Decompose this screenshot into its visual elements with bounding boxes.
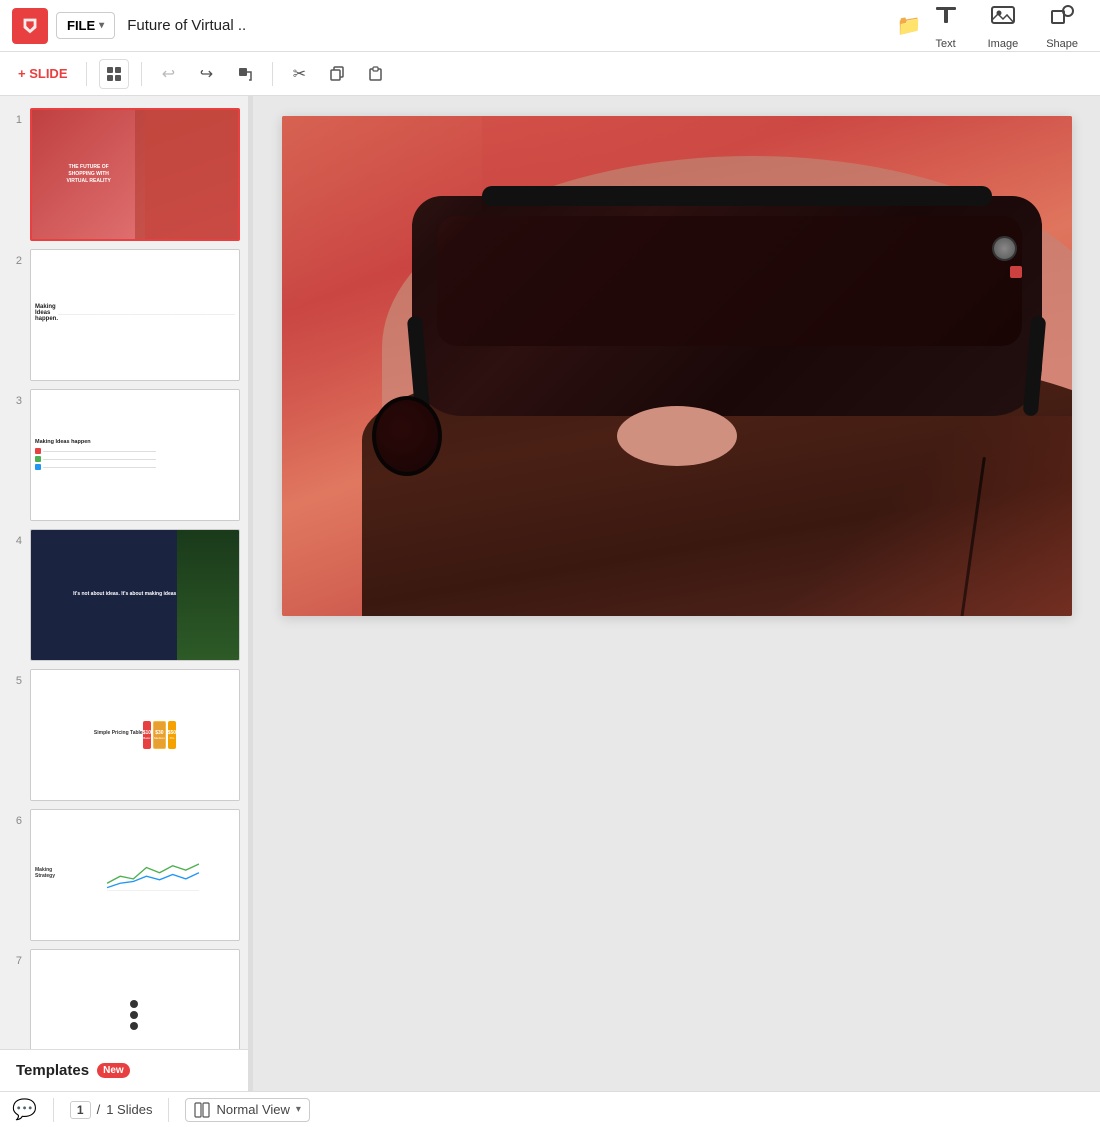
slide-item[interactable]: 5 Simple Pricing Table $10 Basic $30 Med…: [0, 665, 248, 805]
shape-label: Shape: [1046, 38, 1078, 50]
undo-button[interactable]: ↩: [154, 59, 184, 89]
slide-number: 1: [8, 108, 22, 126]
redo-button[interactable]: ↪: [192, 59, 222, 89]
image-label: Image: [988, 38, 1019, 50]
slide-number: 6: [8, 809, 22, 827]
divider-1: [86, 62, 87, 86]
slide-thumbnail: Making Strategy: [30, 809, 240, 941]
slide-item[interactable]: 6 Making Strategy: [0, 805, 248, 945]
divider-3: [272, 62, 273, 86]
text-icon: [932, 1, 960, 36]
slide-panel: 1 THE FUTURE OFSHOPPING WITHVIRTUAL REAL…: [0, 96, 248, 1091]
copy-button[interactable]: [323, 59, 353, 89]
slide-number: 3: [8, 389, 22, 407]
view-icon: [194, 1102, 210, 1118]
slide-total-count: 1 Slides: [106, 1102, 152, 1117]
paint-format-button[interactable]: [230, 59, 260, 89]
chevron-down-icon: ▾: [99, 20, 104, 31]
slide-item[interactable]: 1 THE FUTURE OFSHOPPING WITHVIRTUAL REAL…: [0, 104, 248, 245]
file-label: FILE: [67, 18, 95, 33]
logo-button[interactable]: [12, 8, 48, 44]
slide-thumbnail: Making Ideas happen: [30, 389, 240, 521]
insert-toolbar: Text Image Shape: [922, 0, 1088, 54]
add-slide-button[interactable]: + SLIDE: [12, 62, 74, 85]
slide-total: /: [97, 1102, 101, 1117]
normal-view-label: Normal View: [216, 1102, 289, 1117]
slide-counter: 1 / 1 Slides: [70, 1101, 153, 1119]
cut-button[interactable]: ✂: [285, 59, 315, 89]
status-bar: 💬 1 / 1 Slides Normal View ▾: [0, 1091, 1100, 1127]
slide-item[interactable]: 2 Making Ideas happen.: [0, 245, 248, 385]
slide-thumbnail: THE FUTURE OFSHOPPING WITHVIRTUAL REALIT…: [30, 108, 240, 241]
slide-number: 5: [8, 669, 22, 687]
document-title[interactable]: Future of Virtual ..: [127, 17, 883, 34]
chevron-down-icon: ▾: [296, 1104, 301, 1115]
main-area: 1 THE FUTURE OFSHOPPING WITHVIRTUAL REAL…: [0, 96, 1100, 1091]
slide-thumbnail: [30, 949, 240, 1049]
status-divider-1: [53, 1098, 54, 1122]
slide-thumbnail: Simple Pricing Table $10 Basic $30 Mediu…: [30, 669, 240, 801]
slide-canvas[interactable]: [282, 116, 1072, 616]
templates-footer[interactable]: Templates New: [0, 1049, 248, 1091]
normal-view-button[interactable]: Normal View ▾: [185, 1098, 309, 1122]
file-menu-button[interactable]: FILE ▾: [56, 12, 115, 39]
slide-number: 7: [8, 949, 22, 967]
add-slide-label: + SLIDE: [18, 66, 68, 81]
shape-insert-button[interactable]: Shape: [1036, 0, 1088, 54]
slide-item[interactable]: 7: [0, 945, 248, 1049]
current-slide-number[interactable]: 1: [70, 1101, 91, 1119]
chat-icon[interactable]: 💬: [12, 1097, 37, 1122]
paste-button[interactable]: [361, 59, 391, 89]
slide-number: 2: [8, 249, 22, 267]
slide-number: 4: [8, 529, 22, 547]
image-insert-button[interactable]: Image: [978, 0, 1029, 54]
shape-icon: [1048, 1, 1076, 36]
slides-list: 1 THE FUTURE OFSHOPPING WITHVIRTUAL REAL…: [0, 96, 248, 1049]
text-insert-button[interactable]: Text: [922, 0, 970, 54]
templates-label: Templates: [16, 1062, 89, 1079]
divider-2: [141, 62, 142, 86]
new-badge: New: [97, 1063, 130, 1078]
slide-item[interactable]: 4 It's not about ideas. It's about makin…: [0, 525, 248, 665]
slide-item[interactable]: 3 Making Ideas happen: [0, 385, 248, 525]
toolbar-second: + SLIDE ↩ ↪ ✂: [0, 52, 1100, 96]
folder-icon[interactable]: 📁: [897, 13, 922, 38]
status-divider-2: [168, 1098, 169, 1122]
layout-button[interactable]: [99, 59, 129, 89]
text-label: Text: [936, 38, 956, 50]
toolbar-top: FILE ▾ Future of Virtual .. 📁 Text Im: [0, 0, 1100, 52]
slide-thumbnail: Making Ideas happen.: [30, 249, 240, 381]
slide-thumbnail: It's not about ideas. It's about making …: [30, 529, 240, 661]
canvas-area: [253, 96, 1100, 1091]
image-icon: [989, 1, 1017, 36]
